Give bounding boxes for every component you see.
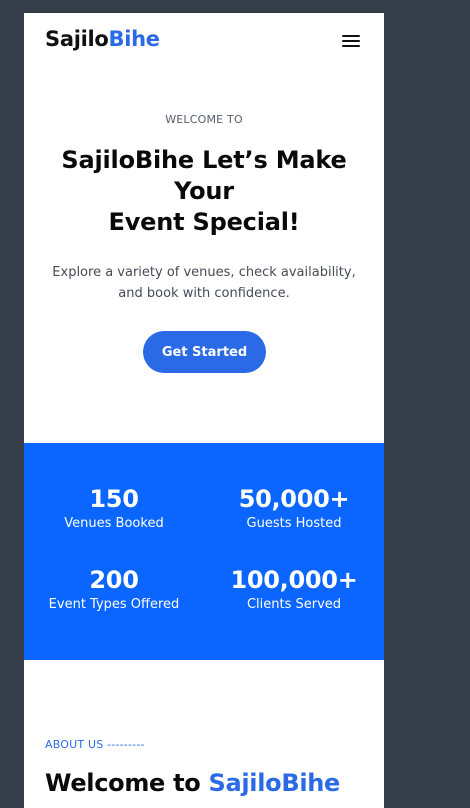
stat-label: Clients Served bbox=[246, 597, 342, 612]
hamburger-menu-icon[interactable] bbox=[340, 32, 364, 52]
stat-value: 100,000+ bbox=[230, 566, 358, 594]
get-started-button[interactable]: Get Started bbox=[143, 331, 266, 373]
stat-label: Venues Booked bbox=[64, 516, 164, 531]
brand-logo[interactable]: SajiloBihe bbox=[45, 27, 160, 51]
about-title-brand: SajiloBihe bbox=[208, 769, 341, 797]
about-eyebrow: ABOUT US --------- bbox=[45, 738, 145, 751]
hero-title-line3: Event Special! bbox=[108, 208, 300, 236]
menu-bar bbox=[342, 45, 360, 47]
mobile-viewport: SajiloBihe WELCOME TO SajiloBihe Let’s M… bbox=[24, 13, 384, 808]
hero-title-line2: Your bbox=[174, 177, 234, 205]
stat-guests-hosted: 50,000+ Guests Hosted bbox=[204, 484, 384, 533]
stat-value: 150 bbox=[89, 485, 139, 513]
hero-title: SajiloBihe Let’s Make Your Event Special… bbox=[44, 145, 364, 238]
menu-bar bbox=[342, 40, 360, 42]
hero-title-line1: SajiloBihe Let’s Make bbox=[61, 146, 347, 174]
hero-eyebrow: WELCOME TO bbox=[165, 113, 243, 126]
brand-name-part1: Sajilo bbox=[45, 27, 109, 51]
stats-section: 150 Venues Booked 50,000+ Guests Hosted … bbox=[24, 443, 384, 660]
hero-subtitle: Explore a variety of venues, check avail… bbox=[52, 265, 356, 301]
about-title: Welcome to SajiloBihe bbox=[45, 769, 340, 797]
stat-clients-served: 100,000+ Clients Served bbox=[204, 565, 384, 614]
menu-bar bbox=[342, 35, 360, 37]
stat-label: Event Types Offered bbox=[48, 597, 180, 612]
stat-event-types: 200 Event Types Offered bbox=[24, 565, 204, 614]
site-header: SajiloBihe bbox=[24, 13, 384, 69]
about-title-prefix: Welcome to bbox=[45, 769, 209, 797]
stat-value: 200 bbox=[89, 566, 139, 594]
stat-value: 50,000+ bbox=[238, 485, 350, 513]
stat-label: Guests Hosted bbox=[246, 516, 342, 531]
brand-name-part2: Bihe bbox=[108, 27, 161, 51]
stat-venues-booked: 150 Venues Booked bbox=[24, 484, 204, 533]
